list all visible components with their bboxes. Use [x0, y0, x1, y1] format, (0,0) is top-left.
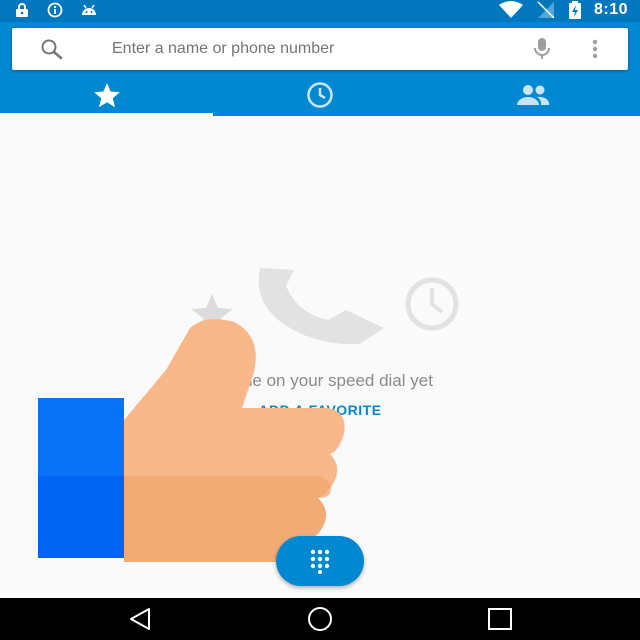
home-button[interactable]	[300, 606, 340, 632]
android-icon	[82, 4, 96, 15]
dialpad-icon	[310, 549, 330, 574]
status-bar: 8:10	[0, 0, 640, 22]
status-time: 8:10	[593, 1, 628, 18]
navigation-bar	[0, 598, 640, 640]
back-button[interactable]	[120, 606, 160, 632]
no-signal-icon	[537, 1, 555, 19]
back-icon	[130, 608, 150, 630]
search-box[interactable]	[12, 28, 628, 70]
home-icon	[308, 607, 332, 631]
battery-charging-icon	[568, 1, 581, 19]
tab-bar	[0, 74, 640, 116]
search-input[interactable]	[112, 36, 472, 62]
tab-contacts[interactable]	[427, 74, 640, 116]
star-icon	[93, 83, 120, 108]
search-icon[interactable]	[40, 38, 64, 60]
more-options-icon[interactable]	[591, 38, 599, 60]
recents-button[interactable]	[480, 606, 520, 632]
app-bar	[0, 22, 640, 116]
info-icon	[47, 2, 63, 18]
recents-clock-icon	[307, 82, 333, 108]
thumbs-up-icon	[38, 319, 345, 562]
wifi-icon	[498, 1, 523, 18]
tab-speed-dial[interactable]	[0, 74, 213, 116]
lock-icon	[16, 3, 28, 17]
tab-recents[interactable]	[213, 74, 426, 116]
contacts-icon	[517, 85, 550, 105]
mic-icon[interactable]	[532, 37, 552, 61]
dialpad-button[interactable]	[276, 536, 364, 586]
recents-icon	[488, 608, 512, 630]
